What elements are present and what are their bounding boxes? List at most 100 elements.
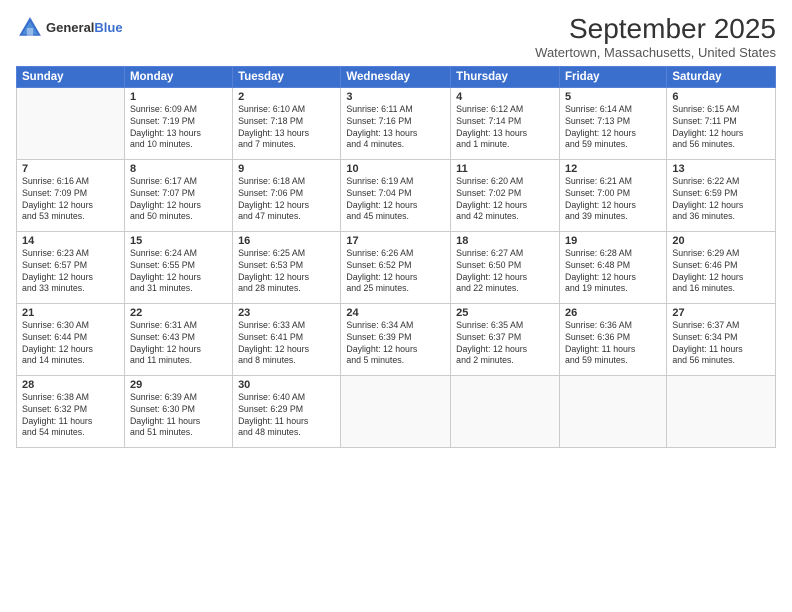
title-block: September 2025 Watertown, Massachusetts,… xyxy=(535,14,776,60)
day-number: 20 xyxy=(672,235,770,247)
day-info: Sunrise: 6:28 AM Sunset: 6:48 PM Dayligh… xyxy=(565,248,661,296)
day-number: 22 xyxy=(130,307,227,319)
day-number: 1 xyxy=(130,91,227,103)
day-info: Sunrise: 6:15 AM Sunset: 7:11 PM Dayligh… xyxy=(672,104,770,152)
calendar-cell: 3Sunrise: 6:11 AM Sunset: 7:16 PM Daylig… xyxy=(341,87,451,159)
day-number: 8 xyxy=(130,163,227,175)
calendar-cell: 11Sunrise: 6:20 AM Sunset: 7:02 PM Dayli… xyxy=(451,159,560,231)
col-friday: Friday xyxy=(559,66,666,87)
day-info: Sunrise: 6:33 AM Sunset: 6:41 PM Dayligh… xyxy=(238,320,335,368)
day-number: 26 xyxy=(565,307,661,319)
calendar-cell: 26Sunrise: 6:36 AM Sunset: 6:36 PM Dayli… xyxy=(559,303,666,375)
calendar-cell: 24Sunrise: 6:34 AM Sunset: 6:39 PM Dayli… xyxy=(341,303,451,375)
day-info: Sunrise: 6:38 AM Sunset: 6:32 PM Dayligh… xyxy=(22,392,119,440)
day-info: Sunrise: 6:37 AM Sunset: 6:34 PM Dayligh… xyxy=(672,320,770,368)
calendar-cell: 10Sunrise: 6:19 AM Sunset: 7:04 PM Dayli… xyxy=(341,159,451,231)
calendar-cell: 20Sunrise: 6:29 AM Sunset: 6:46 PM Dayli… xyxy=(667,231,776,303)
day-number: 4 xyxy=(456,91,554,103)
calendar-cell: 21Sunrise: 6:30 AM Sunset: 6:44 PM Dayli… xyxy=(17,303,125,375)
calendar-cell: 5Sunrise: 6:14 AM Sunset: 7:13 PM Daylig… xyxy=(559,87,666,159)
calendar-cell: 6Sunrise: 6:15 AM Sunset: 7:11 PM Daylig… xyxy=(667,87,776,159)
calendar-cell: 1Sunrise: 6:09 AM Sunset: 7:19 PM Daylig… xyxy=(124,87,232,159)
day-info: Sunrise: 6:27 AM Sunset: 6:50 PM Dayligh… xyxy=(456,248,554,296)
calendar-cell xyxy=(559,375,666,447)
day-info: Sunrise: 6:12 AM Sunset: 7:14 PM Dayligh… xyxy=(456,104,554,152)
calendar-cell: 22Sunrise: 6:31 AM Sunset: 6:43 PM Dayli… xyxy=(124,303,232,375)
day-info: Sunrise: 6:09 AM Sunset: 7:19 PM Dayligh… xyxy=(130,104,227,152)
day-info: Sunrise: 6:24 AM Sunset: 6:55 PM Dayligh… xyxy=(130,248,227,296)
week-row-2: 14Sunrise: 6:23 AM Sunset: 6:57 PM Dayli… xyxy=(17,231,776,303)
day-number: 18 xyxy=(456,235,554,247)
day-info: Sunrise: 6:29 AM Sunset: 6:46 PM Dayligh… xyxy=(672,248,770,296)
calendar-cell: 14Sunrise: 6:23 AM Sunset: 6:57 PM Dayli… xyxy=(17,231,125,303)
day-number: 9 xyxy=(238,163,335,175)
day-number: 10 xyxy=(346,163,445,175)
day-number: 15 xyxy=(130,235,227,247)
week-row-3: 21Sunrise: 6:30 AM Sunset: 6:44 PM Dayli… xyxy=(17,303,776,375)
page: GeneralBlue September 2025 Watertown, Ma… xyxy=(0,0,792,612)
day-info: Sunrise: 6:16 AM Sunset: 7:09 PM Dayligh… xyxy=(22,176,119,224)
day-number: 5 xyxy=(565,91,661,103)
day-number: 21 xyxy=(22,307,119,319)
calendar-cell xyxy=(17,87,125,159)
week-row-1: 7Sunrise: 6:16 AM Sunset: 7:09 PM Daylig… xyxy=(17,159,776,231)
calendar-cell: 25Sunrise: 6:35 AM Sunset: 6:37 PM Dayli… xyxy=(451,303,560,375)
day-number: 11 xyxy=(456,163,554,175)
day-number: 3 xyxy=(346,91,445,103)
col-saturday: Saturday xyxy=(667,66,776,87)
day-info: Sunrise: 6:39 AM Sunset: 6:30 PM Dayligh… xyxy=(130,392,227,440)
calendar-cell: 7Sunrise: 6:16 AM Sunset: 7:09 PM Daylig… xyxy=(17,159,125,231)
week-row-0: 1Sunrise: 6:09 AM Sunset: 7:19 PM Daylig… xyxy=(17,87,776,159)
day-number: 6 xyxy=(672,91,770,103)
day-info: Sunrise: 6:17 AM Sunset: 7:07 PM Dayligh… xyxy=(130,176,227,224)
calendar-cell xyxy=(451,375,560,447)
day-info: Sunrise: 6:19 AM Sunset: 7:04 PM Dayligh… xyxy=(346,176,445,224)
calendar-cell: 13Sunrise: 6:22 AM Sunset: 6:59 PM Dayli… xyxy=(667,159,776,231)
col-tuesday: Tuesday xyxy=(233,66,341,87)
day-number: 14 xyxy=(22,235,119,247)
calendar-cell: 30Sunrise: 6:40 AM Sunset: 6:29 PM Dayli… xyxy=(233,375,341,447)
day-info: Sunrise: 6:21 AM Sunset: 7:00 PM Dayligh… xyxy=(565,176,661,224)
day-number: 7 xyxy=(22,163,119,175)
day-info: Sunrise: 6:22 AM Sunset: 6:59 PM Dayligh… xyxy=(672,176,770,224)
day-info: Sunrise: 6:14 AM Sunset: 7:13 PM Dayligh… xyxy=(565,104,661,152)
col-sunday: Sunday xyxy=(17,66,125,87)
day-info: Sunrise: 6:10 AM Sunset: 7:18 PM Dayligh… xyxy=(238,104,335,152)
day-info: Sunrise: 6:34 AM Sunset: 6:39 PM Dayligh… xyxy=(346,320,445,368)
calendar: Sunday Monday Tuesday Wednesday Thursday… xyxy=(16,66,776,448)
week-row-4: 28Sunrise: 6:38 AM Sunset: 6:32 PM Dayli… xyxy=(17,375,776,447)
calendar-cell: 29Sunrise: 6:39 AM Sunset: 6:30 PM Dayli… xyxy=(124,375,232,447)
calendar-cell: 23Sunrise: 6:33 AM Sunset: 6:41 PM Dayli… xyxy=(233,303,341,375)
day-info: Sunrise: 6:30 AM Sunset: 6:44 PM Dayligh… xyxy=(22,320,119,368)
location: Watertown, Massachusetts, United States xyxy=(535,45,776,60)
calendar-cell: 9Sunrise: 6:18 AM Sunset: 7:06 PM Daylig… xyxy=(233,159,341,231)
day-number: 16 xyxy=(238,235,335,247)
day-info: Sunrise: 6:26 AM Sunset: 6:52 PM Dayligh… xyxy=(346,248,445,296)
day-info: Sunrise: 6:36 AM Sunset: 6:36 PM Dayligh… xyxy=(565,320,661,368)
day-number: 30 xyxy=(238,379,335,391)
day-number: 28 xyxy=(22,379,119,391)
calendar-cell: 2Sunrise: 6:10 AM Sunset: 7:18 PM Daylig… xyxy=(233,87,341,159)
calendar-cell: 18Sunrise: 6:27 AM Sunset: 6:50 PM Dayli… xyxy=(451,231,560,303)
logo-blue: Blue xyxy=(94,20,122,35)
day-info: Sunrise: 6:40 AM Sunset: 6:29 PM Dayligh… xyxy=(238,392,335,440)
calendar-cell: 16Sunrise: 6:25 AM Sunset: 6:53 PM Dayli… xyxy=(233,231,341,303)
calendar-cell: 15Sunrise: 6:24 AM Sunset: 6:55 PM Dayli… xyxy=(124,231,232,303)
day-info: Sunrise: 6:23 AM Sunset: 6:57 PM Dayligh… xyxy=(22,248,119,296)
logo-icon xyxy=(16,14,44,42)
logo-general: General xyxy=(46,20,94,35)
day-number: 17 xyxy=(346,235,445,247)
day-number: 29 xyxy=(130,379,227,391)
day-info: Sunrise: 6:31 AM Sunset: 6:43 PM Dayligh… xyxy=(130,320,227,368)
day-number: 24 xyxy=(346,307,445,319)
day-number: 12 xyxy=(565,163,661,175)
month-title: September 2025 xyxy=(535,14,776,45)
day-info: Sunrise: 6:18 AM Sunset: 7:06 PM Dayligh… xyxy=(238,176,335,224)
day-number: 25 xyxy=(456,307,554,319)
calendar-cell: 27Sunrise: 6:37 AM Sunset: 6:34 PM Dayli… xyxy=(667,303,776,375)
calendar-cell xyxy=(667,375,776,447)
calendar-cell: 8Sunrise: 6:17 AM Sunset: 7:07 PM Daylig… xyxy=(124,159,232,231)
day-info: Sunrise: 6:25 AM Sunset: 6:53 PM Dayligh… xyxy=(238,248,335,296)
logo: GeneralBlue xyxy=(16,14,123,42)
calendar-cell: 12Sunrise: 6:21 AM Sunset: 7:00 PM Dayli… xyxy=(559,159,666,231)
